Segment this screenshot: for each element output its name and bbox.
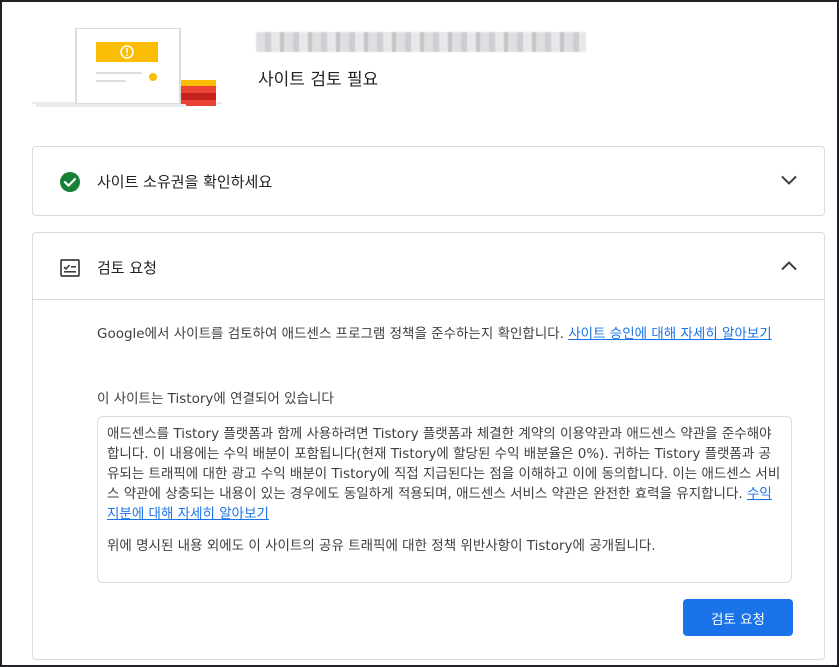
ownership-section: 사이트 소유권을 확인하세요 (32, 146, 825, 216)
site-review-illustration (32, 28, 222, 107)
ownership-section-title: 사이트 소유권을 확인하세요 (97, 173, 273, 191)
review-request-section-title: 검토 요청 (97, 259, 157, 277)
platform-connected-notice: 이 사이트는 Tistory에 연결되어 있습니다 (97, 391, 334, 407)
site-name-redacted (256, 32, 586, 52)
site-status-title: 사이트 검토 필요 (258, 70, 379, 90)
chevron-up-icon[interactable] (780, 259, 798, 273)
site-approval-learn-more-link[interactable]: 사이트 승인에 대해 자세히 알아보기 (568, 326, 771, 342)
review-request-section: 검토 요청 Google에서 사이트를 검토하여 애드센스 프로그램 정책을 준… (32, 232, 825, 660)
page-frame: 사이트 검토 필요 사이트 소유권을 확인하세요 검토 요청 Google에서 … (0, 0, 839, 667)
chevron-down-icon[interactable] (780, 173, 798, 187)
policy-disclosure-text: 위에 명시된 내용 외에도 이 사이트의 공유 트래픽에 대한 정책 위반사항이… (107, 538, 656, 554)
review-intro: Google에서 사이트를 검토하여 애드센스 프로그램 정책을 준수하는지 확… (97, 323, 797, 345)
request-review-button[interactable]: 검토 요청 (683, 599, 793, 636)
platform-terms-paragraph: 애드센스를 Tistory 플랫폼과 함께 사용하려면 Tistory 플랫폼과… (107, 424, 782, 524)
check-circle-icon (60, 172, 80, 192)
review-intro-text: Google에서 사이트를 검토하여 애드센스 프로그램 정책을 준수하는지 확… (97, 326, 569, 342)
platform-terms-box: 애드센스를 Tistory 플랫폼과 함께 사용하려면 Tistory 플랫폼과… (97, 416, 792, 583)
platform-terms-text: 애드센스를 Tistory 플랫폼과 함께 사용하려면 Tistory 플랫폼과… (107, 426, 781, 502)
review-request-section-header[interactable]: 검토 요청 (33, 233, 824, 300)
checklist-icon (60, 259, 80, 277)
ownership-section-header[interactable]: 사이트 소유권을 확인하세요 (33, 147, 824, 215)
